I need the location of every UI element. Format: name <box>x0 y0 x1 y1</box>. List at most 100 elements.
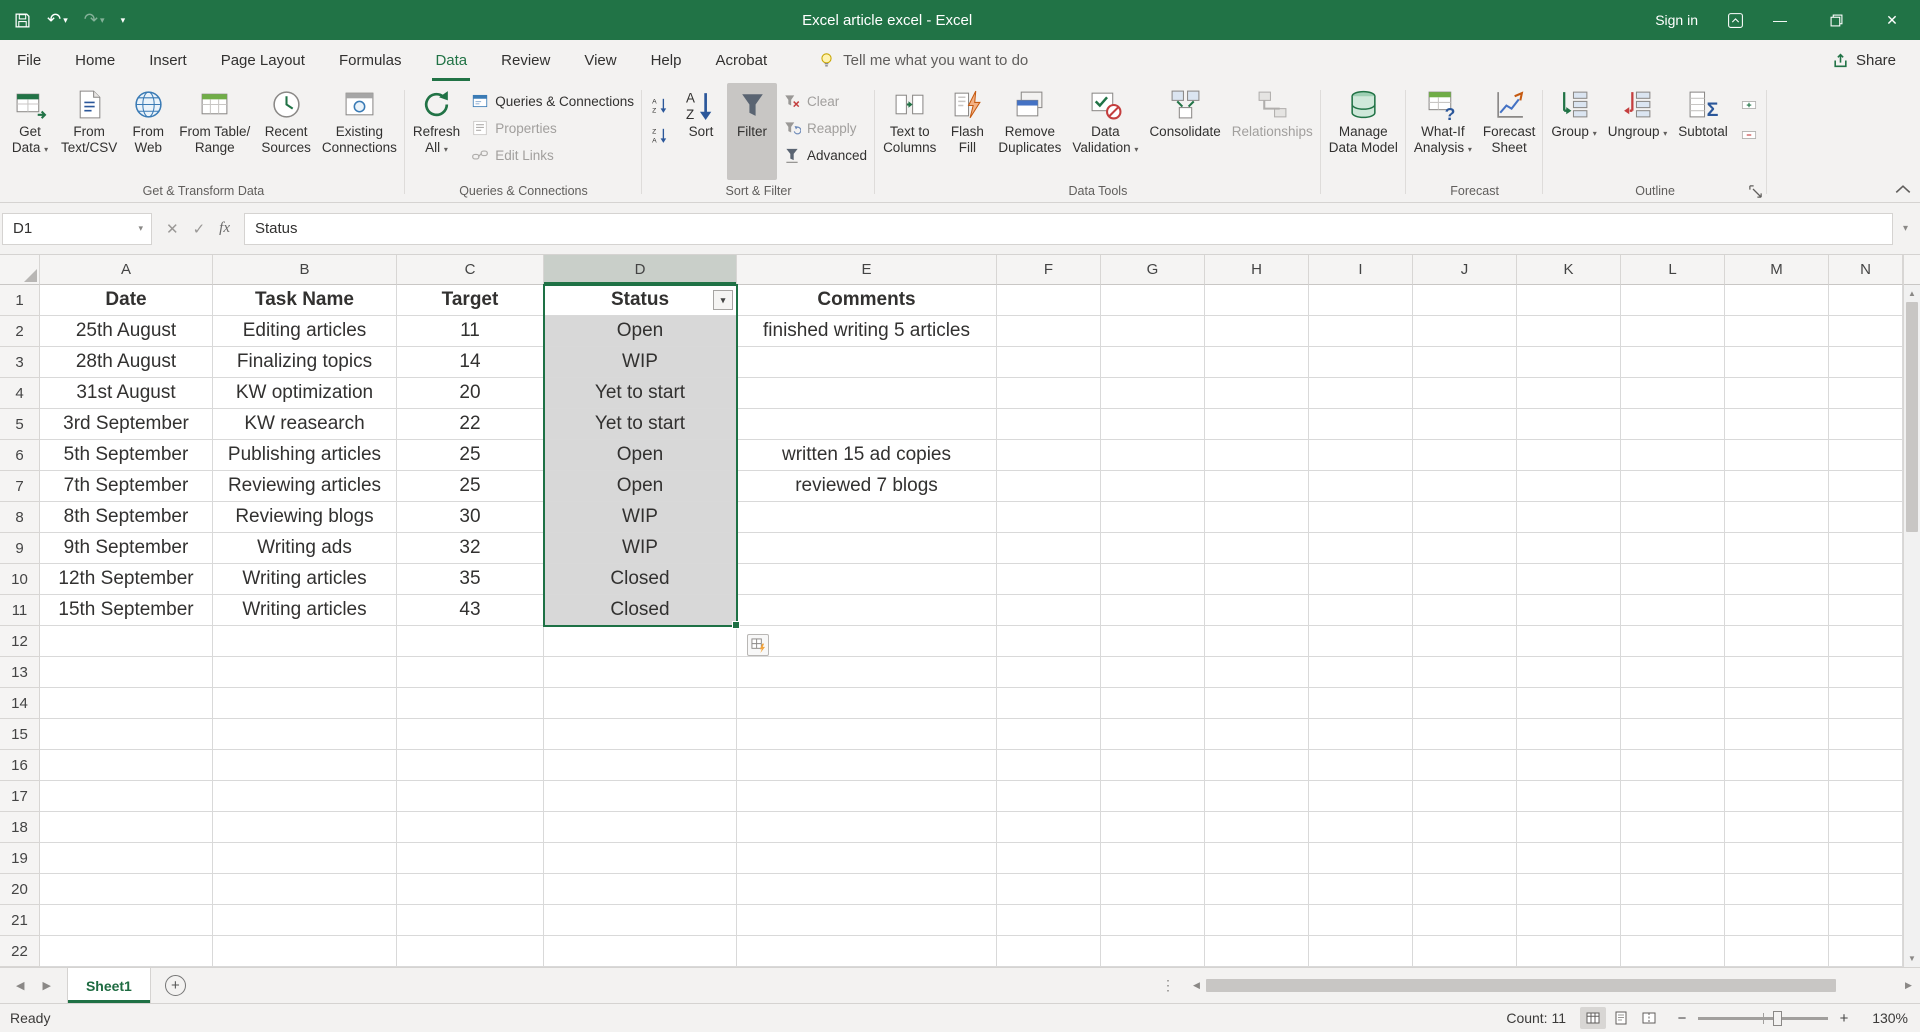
cell-N16[interactable] <box>1829 750 1903 781</box>
cell-A13[interactable] <box>40 657 213 688</box>
cell-B19[interactable] <box>213 843 397 874</box>
cell-M3[interactable] <box>1725 347 1829 378</box>
tab-help[interactable]: Help <box>634 40 699 81</box>
cell-N14[interactable] <box>1829 688 1903 719</box>
row-header-16[interactable]: 16 <box>0 750 40 781</box>
column-header-E[interactable]: E <box>737 255 997 285</box>
cell-J15[interactable] <box>1413 719 1517 750</box>
cell-K2[interactable] <box>1517 316 1621 347</box>
cell-G22[interactable] <box>1101 936 1205 967</box>
cell-K3[interactable] <box>1517 347 1621 378</box>
cell-A4[interactable]: 31st August <box>40 378 213 409</box>
cell-B2[interactable]: Editing articles <box>213 316 397 347</box>
cell-L2[interactable] <box>1621 316 1725 347</box>
column-header-F[interactable]: F <box>997 255 1101 285</box>
zoom-slider[interactable] <box>1698 1017 1828 1020</box>
cell-G11[interactable] <box>1101 595 1205 626</box>
cell-L21[interactable] <box>1621 905 1725 936</box>
cell-L1[interactable] <box>1621 285 1725 316</box>
cell-D20[interactable] <box>544 874 737 905</box>
cell-N22[interactable] <box>1829 936 1903 967</box>
cell-I2[interactable] <box>1309 316 1413 347</box>
ribbon-remove-duplicates-button[interactable]: RemoveDuplicates <box>993 83 1066 180</box>
cancel-formula-icon[interactable]: ✕ <box>166 220 179 238</box>
cell-E3[interactable] <box>737 347 997 378</box>
cell-H1[interactable] <box>1205 285 1309 316</box>
cell-M13[interactable] <box>1725 657 1829 688</box>
tell-me-box[interactable]: Tell me what you want to do <box>818 40 1028 81</box>
cell-A9[interactable]: 9th September <box>40 533 213 564</box>
cell-A18[interactable] <box>40 812 213 843</box>
cell-I11[interactable] <box>1309 595 1413 626</box>
row-header-4[interactable]: 4 <box>0 378 40 409</box>
cell-N3[interactable] <box>1829 347 1903 378</box>
cell-L9[interactable] <box>1621 533 1725 564</box>
cell-J20[interactable] <box>1413 874 1517 905</box>
cell-M12[interactable] <box>1725 626 1829 657</box>
cell-I10[interactable] <box>1309 564 1413 595</box>
cell-K6[interactable] <box>1517 440 1621 471</box>
ribbon-from-web-button[interactable]: FromWeb <box>123 83 173 180</box>
cell-N18[interactable] <box>1829 812 1903 843</box>
cell-G12[interactable] <box>1101 626 1205 657</box>
tab-home[interactable]: Home <box>58 40 132 81</box>
cell-E5[interactable] <box>737 409 997 440</box>
cell-J6[interactable] <box>1413 440 1517 471</box>
scroll-up-icon[interactable]: ▲ <box>1904 285 1920 302</box>
ribbon-advanced-button[interactable]: Advanced <box>778 144 872 166</box>
cell-G14[interactable] <box>1101 688 1205 719</box>
row-header-8[interactable]: 8 <box>0 502 40 533</box>
cell-C16[interactable] <box>397 750 544 781</box>
cell-I7[interactable] <box>1309 471 1413 502</box>
cell-C7[interactable]: 25 <box>397 471 544 502</box>
cell-J8[interactable] <box>1413 502 1517 533</box>
cell-F9[interactable] <box>997 533 1101 564</box>
cell-B15[interactable] <box>213 719 397 750</box>
cell-I19[interactable] <box>1309 843 1413 874</box>
cell-G6[interactable] <box>1101 440 1205 471</box>
cell-F4[interactable] <box>997 378 1101 409</box>
ribbon-clear-button[interactable]: Clear <box>778 90 872 112</box>
cell-M6[interactable] <box>1725 440 1829 471</box>
horizontal-scrollbar[interactable]: ◀ ▶ <box>1185 968 1920 1003</box>
cell-F17[interactable] <box>997 781 1101 812</box>
cell-B8[interactable]: Reviewing blogs <box>213 502 397 533</box>
zoom-in-button[interactable]: + <box>1838 1010 1850 1027</box>
ribbon-queries-connections-button[interactable]: Queries & Connections <box>466 90 639 112</box>
cell-F3[interactable] <box>997 347 1101 378</box>
column-header-B[interactable]: B <box>213 255 397 285</box>
quick-analysis-button[interactable] <box>747 634 769 656</box>
cell-H20[interactable] <box>1205 874 1309 905</box>
cell-A15[interactable] <box>40 719 213 750</box>
insert-function-icon[interactable]: fx <box>219 220 230 237</box>
cell-E7[interactable]: reviewed 7 blogs <box>737 471 997 502</box>
cell-B9[interactable]: Writing ads <box>213 533 397 564</box>
cell-N20[interactable] <box>1829 874 1903 905</box>
cell-L22[interactable] <box>1621 936 1725 967</box>
row-header-12[interactable]: 12 <box>0 626 40 657</box>
column-header-D[interactable]: D <box>544 255 737 285</box>
cell-D2[interactable]: Open <box>544 316 737 347</box>
row-header-10[interactable]: 10 <box>0 564 40 595</box>
cell-F20[interactable] <box>997 874 1101 905</box>
tab-page-layout[interactable]: Page Layout <box>204 40 322 81</box>
minimize-button[interactable]: — <box>1752 0 1808 40</box>
cell-H11[interactable] <box>1205 595 1309 626</box>
cell-K15[interactable] <box>1517 719 1621 750</box>
redo-button[interactable]: ↷▾ <box>84 10 105 30</box>
cell-A7[interactable]: 7th September <box>40 471 213 502</box>
cell-A19[interactable] <box>40 843 213 874</box>
scroll-right-icon[interactable]: ▶ <box>1899 980 1918 991</box>
row-header-21[interactable]: 21 <box>0 905 40 936</box>
cell-B18[interactable] <box>213 812 397 843</box>
cell-L13[interactable] <box>1621 657 1725 688</box>
cell-K20[interactable] <box>1517 874 1621 905</box>
cell-C13[interactable] <box>397 657 544 688</box>
cell-M15[interactable] <box>1725 719 1829 750</box>
cell-A8[interactable]: 8th September <box>40 502 213 533</box>
cell-J7[interactable] <box>1413 471 1517 502</box>
cell-C1[interactable]: Target <box>397 285 544 316</box>
cell-N10[interactable] <box>1829 564 1903 595</box>
cell-I6[interactable] <box>1309 440 1413 471</box>
column-header-G[interactable]: G <box>1101 255 1205 285</box>
